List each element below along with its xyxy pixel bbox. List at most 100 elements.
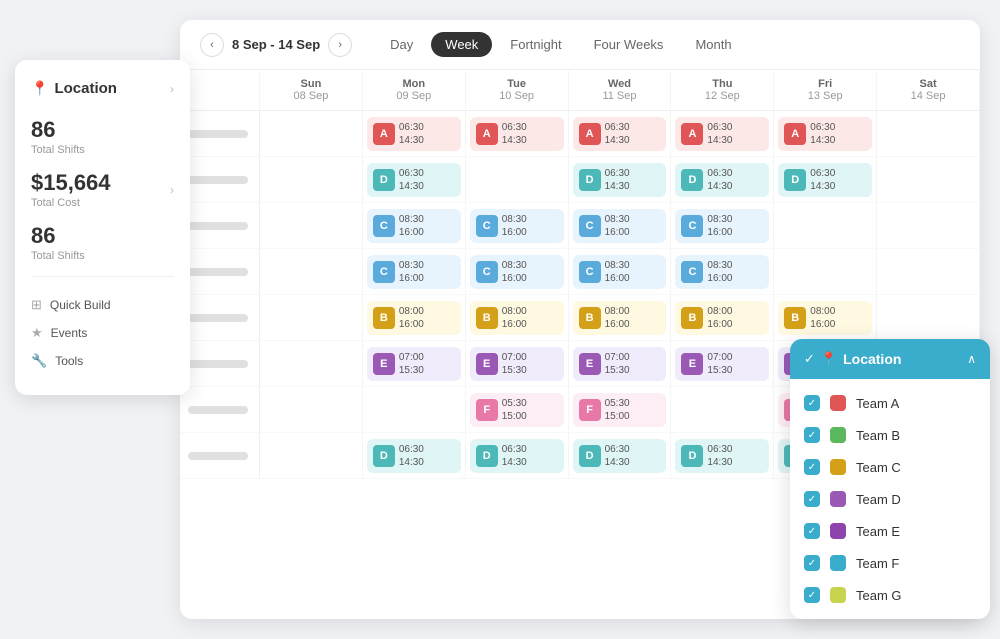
cell-fri-5[interactable]: B 08:0016:00: [774, 295, 877, 341]
total-shifts-value-2: 86: [31, 223, 174, 249]
cell-mon-4[interactable]: C 08:3016:00: [363, 249, 466, 295]
cell-thu-8[interactable]: D 06:3014:30: [671, 433, 774, 479]
row-label-8: [180, 433, 260, 479]
cell-wed-8[interactable]: D 06:3014:30: [569, 433, 672, 479]
dropdown-header[interactable]: ✓ 📍 Location ∧: [790, 339, 990, 379]
team-item-g[interactable]: Team G: [790, 579, 990, 611]
team-item-a[interactable]: Team A: [790, 387, 990, 419]
header-sun: Sun 08 Sep: [260, 70, 363, 111]
team-g-checkbox[interactable]: [804, 587, 820, 603]
cell-mon-3[interactable]: C 08:3016:00: [363, 203, 466, 249]
team-e-checkbox[interactable]: [804, 523, 820, 539]
sidebar-panel: 📍 Location › 86 Total Shifts $15,664 Tot…: [15, 60, 190, 395]
location-title[interactable]: 📍 Location: [31, 80, 117, 97]
team-g-color: [830, 587, 846, 603]
cell-wed-2[interactable]: D 06:3014:30: [569, 157, 672, 203]
team-b-label: Team B: [856, 428, 900, 443]
tab-four-weeks[interactable]: Four Weeks: [580, 32, 678, 57]
tools-label: Tools: [55, 354, 83, 368]
cell-tue-8[interactable]: D 06:3014:30: [466, 433, 569, 479]
cell-wed-6[interactable]: E 07:0015:30: [569, 341, 672, 387]
team-item-f[interactable]: Team F: [790, 547, 990, 579]
cell-thu-4[interactable]: C 08:3016:00: [671, 249, 774, 295]
cell-wed-3[interactable]: C 08:3016:00: [569, 203, 672, 249]
team-c-color: [830, 459, 846, 475]
tab-week[interactable]: Week: [431, 32, 492, 57]
team-a-checkbox[interactable]: [804, 395, 820, 411]
cell-mon-6[interactable]: E 07:0015:30: [363, 341, 466, 387]
team-item-c[interactable]: Team C: [790, 451, 990, 483]
next-week-button[interactable]: ›: [328, 33, 352, 57]
team-f-checkbox[interactable]: [804, 555, 820, 571]
team-c-checkbox[interactable]: [804, 459, 820, 475]
cell-thu-5[interactable]: B 08:0016:00: [671, 295, 774, 341]
cell-tue-5[interactable]: B 08:0016:00: [466, 295, 569, 341]
team-b-checkbox[interactable]: [804, 427, 820, 443]
cell-mon-2[interactable]: D 06:3014:30: [363, 157, 466, 203]
check-icon: ✓: [804, 351, 815, 367]
row-label-bar-3: [188, 222, 248, 230]
cell-mon-8[interactable]: D 06:3014:30: [363, 433, 466, 479]
date-range-label: 8 Sep - 14 Sep: [232, 37, 320, 52]
team-item-e[interactable]: Team E: [790, 515, 990, 547]
cell-tue-6[interactable]: E 07:0015:30: [466, 341, 569, 387]
cell-wed-1[interactable]: A 06:3014:30: [569, 111, 672, 157]
cell-wed-4[interactable]: C 08:3016:00: [569, 249, 672, 295]
total-cost-block[interactable]: $15,664 Total Cost ›: [31, 170, 174, 209]
team-d-checkbox[interactable]: [804, 491, 820, 507]
cell-sun-2: [260, 157, 363, 203]
tab-fortnight[interactable]: Fortnight: [496, 32, 575, 57]
tab-day[interactable]: Day: [376, 32, 427, 57]
location-pin-icon: 📍: [31, 80, 48, 97]
cell-thu-3[interactable]: C 08:3016:00: [671, 203, 774, 249]
cell-tue-2: [466, 157, 569, 203]
total-shifts-block-2: 86 Total Shifts: [31, 223, 174, 262]
cell-thu-6[interactable]: E 07:0015:30: [671, 341, 774, 387]
quick-build-label: Quick Build: [50, 298, 111, 312]
team-e-label: Team E: [856, 524, 900, 539]
cell-mon-1[interactable]: A 06:3014:30: [363, 111, 466, 157]
row-label-bar-5: [188, 314, 248, 322]
events-menu-item[interactable]: ★ Events: [31, 319, 174, 347]
row-label-bar-7: [188, 406, 248, 414]
header-thu: Thu 12 Sep: [671, 70, 774, 111]
team-c-label: Team C: [856, 460, 901, 475]
location-expand-icon[interactable]: ›: [170, 82, 174, 96]
cell-fri-2[interactable]: D 06:3014:30: [774, 157, 877, 203]
team-item-b[interactable]: Team B: [790, 419, 990, 451]
row-label-4: [180, 249, 260, 295]
total-shifts-label-2: Total Shifts: [31, 250, 174, 262]
cell-thu-1[interactable]: A 06:3014:30: [671, 111, 774, 157]
tools-menu-item[interactable]: 🔧 Tools: [31, 347, 174, 375]
cell-sun-3: [260, 203, 363, 249]
team-a-label: Team A: [856, 396, 899, 411]
cell-tue-1[interactable]: A 06:3014:30: [466, 111, 569, 157]
cell-fri-1[interactable]: A 06:3014:30: [774, 111, 877, 157]
cell-wed-7[interactable]: F 05:3015:00: [569, 387, 672, 433]
cell-tue-7[interactable]: F 05:3015:00: [466, 387, 569, 433]
cell-sun-6: [260, 341, 363, 387]
dropdown-chevron-icon[interactable]: ∧: [967, 352, 976, 366]
cell-thu-7: [671, 387, 774, 433]
cell-tue-3[interactable]: C 08:3016:00: [466, 203, 569, 249]
team-g-label: Team G: [856, 588, 902, 603]
cell-thu-2[interactable]: D 06:3014:30: [671, 157, 774, 203]
team-filter-dropdown: ✓ 📍 Location ∧ Team A Team B Team C Team…: [790, 339, 990, 619]
row-label-2: [180, 157, 260, 203]
row-label-bar-4: [188, 268, 248, 276]
location-label: Location: [54, 80, 117, 97]
quick-build-menu-item[interactable]: ⊞ Quick Build: [31, 291, 174, 319]
total-cost-arrow-icon: ›: [170, 183, 174, 197]
prev-week-button[interactable]: ‹: [200, 33, 224, 57]
total-shifts-block-1: 86 Total Shifts: [31, 117, 174, 156]
cell-mon-5[interactable]: B 08:0016:00: [363, 295, 466, 341]
team-item-d[interactable]: Team D: [790, 483, 990, 515]
tab-month[interactable]: Month: [681, 32, 745, 57]
team-d-label: Team D: [856, 492, 901, 507]
cell-tue-4[interactable]: C 08:3016:00: [466, 249, 569, 295]
team-a-color: [830, 395, 846, 411]
header-fri: Fri 13 Sep: [774, 70, 877, 111]
cell-sun-7: [260, 387, 363, 433]
total-cost-value: $15,664: [31, 170, 111, 196]
cell-wed-5[interactable]: B 08:0016:00: [569, 295, 672, 341]
